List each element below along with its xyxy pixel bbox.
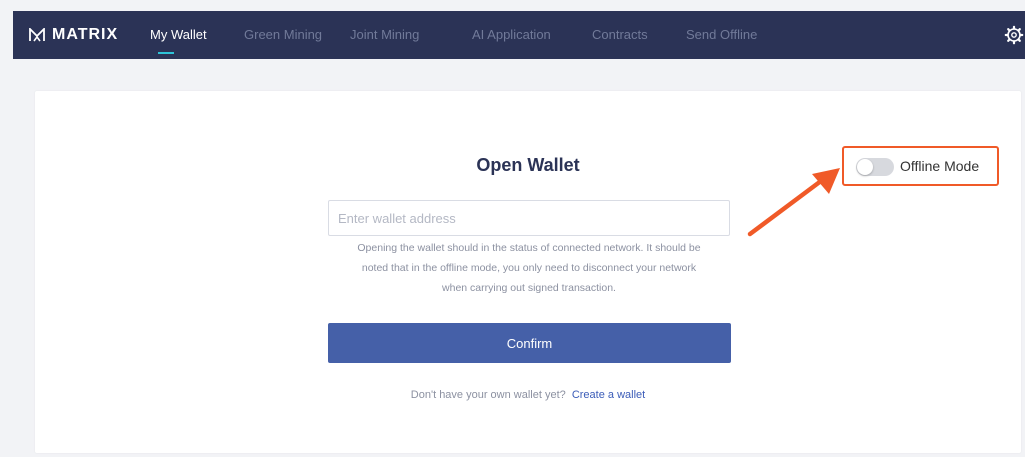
brand-name: MATRIX xyxy=(52,26,119,43)
offline-mode-label: Offline Mode xyxy=(900,158,980,174)
annotation-arrow-icon xyxy=(747,168,840,237)
nav-green-mining[interactable]: Green Mining xyxy=(244,27,322,42)
wallet-address-input[interactable] xyxy=(328,200,730,236)
active-tab-indicator xyxy=(158,52,174,54)
create-wallet-prompt: Don't have your own wallet yet? Create a… xyxy=(35,389,1021,401)
hint-line: noted that in the offline mode, you only… xyxy=(361,262,697,274)
nav-ai-application[interactable]: AI Application xyxy=(472,27,551,42)
offline-mode-toggle[interactable] xyxy=(856,158,894,176)
top-navbar: MATRIX My Wallet Green Mining Joint Mini… xyxy=(13,11,1025,59)
gear-icon[interactable] xyxy=(1004,25,1024,45)
offline-mode-highlight: Offline Mode xyxy=(842,146,999,186)
toggle-knob xyxy=(857,159,873,175)
matrix-logo-icon xyxy=(29,28,45,42)
create-wallet-link[interactable]: Create a wallet xyxy=(572,389,645,401)
nav-my-wallet[interactable]: My Wallet xyxy=(150,27,207,42)
nav-joint-mining[interactable]: Joint Mining xyxy=(350,27,419,42)
network-hint: Opening the wallet should in the status … xyxy=(328,238,730,298)
confirm-button[interactable]: Confirm xyxy=(328,323,731,363)
footer-text: Don't have your own wallet yet? xyxy=(410,389,566,401)
matrix-logo[interactable]: MATRIX xyxy=(29,23,118,47)
nav-send-offline[interactable]: Send Offline xyxy=(686,27,757,42)
hint-line: Opening the wallet should in the status … xyxy=(357,242,701,254)
hint-line: when carrying out signed transaction. xyxy=(442,282,616,294)
nav-contracts[interactable]: Contracts xyxy=(592,27,648,42)
